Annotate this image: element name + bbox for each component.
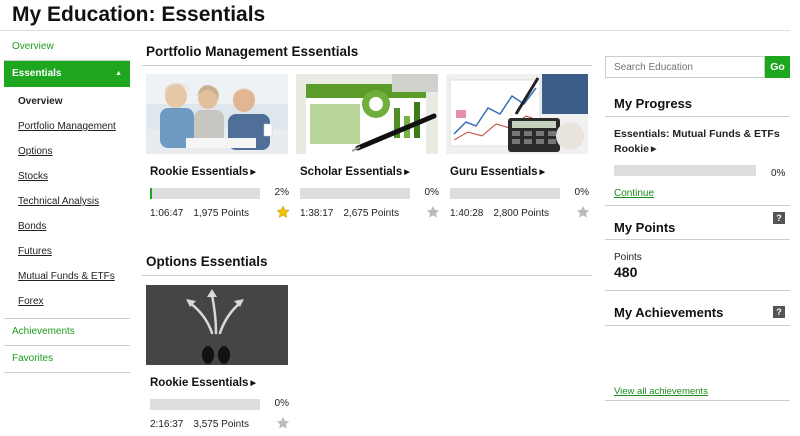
course-card-guru[interactable]: Guru Essentials ▶ 0% 1:40:28 2,800 Points xyxy=(446,74,590,219)
course-points: 1,975 Points xyxy=(193,208,249,219)
sidebar-item-achievements[interactable]: Achievements xyxy=(4,319,130,345)
caret-right-icon: ▶ xyxy=(651,146,657,153)
course-thumbnail-calculator[interactable] xyxy=(446,74,588,154)
course-card-options-rookie[interactable]: Rookie Essentials ▶ 0% 2:16:37 3,575 Point… xyxy=(146,285,290,430)
star-icon[interactable] xyxy=(426,205,440,219)
caret-right-icon: ▶ xyxy=(404,169,410,176)
course-meta: 2:16:37 3,575 Points xyxy=(150,419,249,430)
caret-right-icon: ▶ xyxy=(539,169,545,176)
points-value: 480 xyxy=(614,264,638,280)
sidebar-item-favorites[interactable]: Favorites xyxy=(4,346,130,372)
submenu-item-stocks[interactable]: Stocks xyxy=(4,164,130,189)
section-divider xyxy=(605,290,790,291)
sidebar: Overview Essentials ▲ Overview Portfolio… xyxy=(4,34,130,373)
my-points-title: My Points xyxy=(614,220,676,235)
star-icon[interactable] xyxy=(276,416,290,430)
sidebar-item-overview[interactable]: Overview xyxy=(4,34,130,60)
caret-right-icon: ▶ xyxy=(250,169,256,176)
continue-link[interactable]: Continue xyxy=(614,188,654,199)
points-label: Points xyxy=(614,252,642,263)
sidebar-divider xyxy=(4,372,130,373)
section-title-portfolio: Portfolio Management Essentials xyxy=(146,44,359,59)
help-icon[interactable]: ? xyxy=(773,306,785,318)
submenu-item-bonds[interactable]: Bonds xyxy=(4,214,130,239)
section-divider xyxy=(605,116,790,117)
course-progress-fill xyxy=(150,188,153,199)
course-title-link[interactable]: Guru Essentials ▶ xyxy=(450,166,545,178)
course-title-link[interactable]: Rookie Essentials ▶ xyxy=(150,166,256,178)
section-divider xyxy=(605,325,790,326)
course-title-link[interactable]: Rookie Essentials ▶ xyxy=(150,377,256,389)
view-all-achievements-link[interactable]: View all achievements xyxy=(614,386,708,397)
my-progress-title: My Progress xyxy=(614,96,693,111)
course-points: 2,675 Points xyxy=(343,208,399,219)
course-duration: 1:40:28 xyxy=(450,208,484,219)
help-icon[interactable]: ? xyxy=(773,212,785,224)
progress-course-title: Essentials: Mutual Funds & ETFs xyxy=(614,128,780,140)
submenu-item-technical-analysis[interactable]: Technical Analysis xyxy=(4,189,130,214)
section-divider xyxy=(142,65,592,66)
course-thumbnail-charts-pen[interactable] xyxy=(296,74,438,154)
course-meta: 1:38:17 2,675 Points xyxy=(300,208,399,219)
course-progress-bar xyxy=(150,399,260,410)
submenu-item-overview[interactable]: Overview xyxy=(4,89,130,114)
my-achievements-title: My Achievements xyxy=(614,305,724,320)
course-progress-percent: 0% xyxy=(424,187,439,198)
submenu-item-options[interactable]: Options xyxy=(4,139,130,164)
course-meta: 1:40:28 2,800 Points xyxy=(450,208,549,219)
course-progress-percent: 0% xyxy=(274,398,289,409)
star-icon[interactable] xyxy=(276,205,290,219)
essentials-submenu: Overview Portfolio Management Options St… xyxy=(4,87,130,318)
course-duration: 1:06:47 xyxy=(150,208,184,219)
course-progress-percent: 2% xyxy=(274,187,289,198)
search-go-button[interactable]: Go xyxy=(765,56,790,78)
course-title-link[interactable]: Scholar Essentials ▶ xyxy=(300,166,410,178)
section-divider xyxy=(605,239,790,240)
course-duration: 2:16:37 xyxy=(150,419,184,430)
sidebar-item-label: Essentials xyxy=(12,68,62,79)
my-progress-bar xyxy=(614,165,756,176)
course-progress-bar xyxy=(300,188,410,199)
page-title: My Education: Essentials xyxy=(12,3,266,26)
section-divider xyxy=(142,275,592,276)
section-title-options: Options Essentials xyxy=(146,254,268,269)
submenu-item-mutual-funds-etfs[interactable]: Mutual Funds & ETFs xyxy=(4,264,130,289)
submenu-item-futures[interactable]: Futures xyxy=(4,239,130,264)
course-progress-bar xyxy=(150,188,260,199)
course-progress-percent: 0% xyxy=(574,187,589,198)
star-icon[interactable] xyxy=(576,205,590,219)
section-divider xyxy=(605,400,790,401)
course-thumbnail-arrows[interactable] xyxy=(146,285,288,365)
caret-right-icon: ▶ xyxy=(250,380,256,387)
submenu-item-forex[interactable]: Forex xyxy=(4,289,130,314)
my-progress-percent: 0% xyxy=(771,168,786,179)
course-points: 3,575 Points xyxy=(193,419,249,430)
course-card-rookie[interactable]: Rookie Essentials ▶ 2% 1:06:47 1,975 Point… xyxy=(146,74,290,219)
section-divider xyxy=(605,205,790,206)
submenu-item-portfolio-management[interactable]: Portfolio Management xyxy=(4,114,130,139)
caret-up-icon: ▲ xyxy=(115,70,122,77)
progress-course-level-link[interactable]: Rookie ▶ xyxy=(614,143,656,155)
sidebar-item-essentials[interactable]: Essentials ▲ xyxy=(4,61,130,87)
course-points: 2,800 Points xyxy=(493,208,549,219)
course-thumbnail-couple[interactable] xyxy=(146,74,288,154)
course-duration: 1:38:17 xyxy=(300,208,334,219)
search-input[interactable] xyxy=(605,56,765,78)
title-divider xyxy=(0,30,790,31)
course-meta: 1:06:47 1,975 Points xyxy=(150,208,249,219)
course-card-scholar[interactable]: Scholar Essentials ▶ 0% 1:38:17 2,675 Poin… xyxy=(296,74,440,219)
course-progress-bar xyxy=(450,188,560,199)
